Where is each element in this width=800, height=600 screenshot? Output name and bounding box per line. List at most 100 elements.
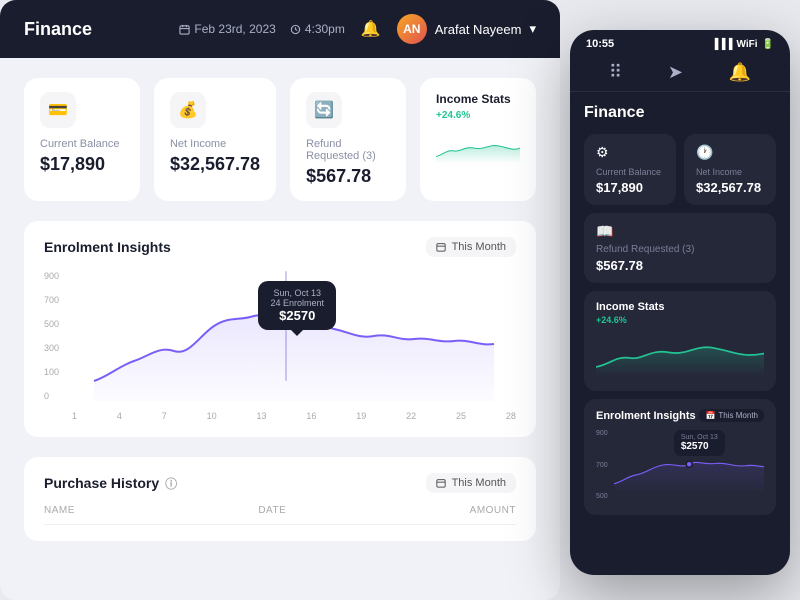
mobile-status-bar: 10:55 ▐▐▐ WiFi 🔋 xyxy=(570,30,790,54)
mobile-tooltip-amount: $2570 xyxy=(681,441,718,452)
mobile-tooltip-date: Sun, Oct 13 xyxy=(681,434,718,441)
chart-area: 900 700 500 300 100 0 Sun, Oct 13 24 Enr… xyxy=(44,271,516,421)
mobile-income-stats-label: Income Stats xyxy=(596,301,764,313)
mobile-content: Finance ⚙ Current Balance $17,890 🕐 Net … xyxy=(570,92,790,567)
enrolment-insights-section: Enrolment Insights This Month 900 700 50… xyxy=(24,221,536,437)
purchase-header: Purchase History ⓘ This Month xyxy=(44,473,516,493)
income-label: Net Income xyxy=(170,138,260,150)
period-label: This Month xyxy=(452,241,506,253)
user-profile[interactable]: AN Arafat Nayeem ▾ xyxy=(397,14,536,44)
mobile-nav-bar: ⠿ ➤ 🔔 xyxy=(570,54,790,92)
chart-header: Enrolment Insights This Month xyxy=(44,237,516,257)
mobile-refund-label: Refund Requested (3) xyxy=(596,244,764,255)
mobile-enrolment-section: Enrolment Insights 📅 This Month 900 700 … xyxy=(584,399,776,515)
mobile-chart-container: 900 700 500 Sun, Oct 13 $2570 xyxy=(596,430,764,505)
income-stats-card: Income Stats +24.6% xyxy=(420,78,536,201)
refund-value: $567.78 xyxy=(306,166,390,187)
col-amount: AMOUNT xyxy=(470,505,516,516)
mobile-cursor-icon[interactable]: ➤ xyxy=(668,62,683,83)
calendar-small-icon xyxy=(436,242,446,252)
header-right: Feb 23rd, 2023 4:30pm 🔔 AN Arafat Nayeem… xyxy=(179,14,536,44)
mobile-grid-icon[interactable]: ⠿ xyxy=(609,62,622,83)
chart-title: Enrolment Insights xyxy=(44,239,171,255)
col-date: DATE xyxy=(258,505,286,516)
col-name: NAME xyxy=(44,505,75,516)
user-name: Arafat Nayeem xyxy=(435,22,522,37)
mobile-refund-icon: 📖 xyxy=(596,223,764,240)
balance-label: Current Balance xyxy=(40,138,124,150)
notification-bell[interactable]: 🔔 xyxy=(361,19,381,39)
purchase-period[interactable]: This Month xyxy=(426,473,516,493)
calendar-purchase-icon xyxy=(436,478,446,488)
refund-card: 🔄 Refund Requested (3) $567.78 xyxy=(290,78,406,201)
mobile-y-labels: 900 700 500 xyxy=(596,430,608,500)
mobile-income-chart xyxy=(596,331,764,376)
chart-y-axis: 900 700 500 300 100 0 xyxy=(44,271,59,401)
mobile-balance-icon: ⚙ xyxy=(596,144,664,161)
chevron-down-icon: ▾ xyxy=(529,21,536,37)
refund-label: Refund Requested (3) xyxy=(306,138,390,162)
desktop-header: Finance Feb 23rd, 2023 xyxy=(0,0,560,58)
balance-value: $17,890 xyxy=(40,154,124,175)
desktop-content: 💳 Current Balance $17,890 💰 Net Income $… xyxy=(0,58,560,561)
mobile-enrol-header: Enrolment Insights 📅 This Month xyxy=(596,409,764,422)
chart-plot: Sun, Oct 13 24 Enrolment $2570 xyxy=(72,271,516,401)
month-filter[interactable]: This Month xyxy=(426,237,516,257)
table-header: NAME DATE AMOUNT xyxy=(44,505,516,525)
mobile-income-stats-badge: +24.6% xyxy=(596,315,764,325)
mobile-income-label: Net Income xyxy=(696,167,764,177)
desktop-dashboard: Finance Feb 23rd, 2023 xyxy=(0,0,560,600)
balance-icon: 💳 xyxy=(40,92,76,128)
header-title: Finance xyxy=(24,19,92,40)
time-text: 4:30pm xyxy=(305,22,345,36)
mobile-title: Finance xyxy=(584,104,776,122)
income-icon: 💰 xyxy=(170,92,206,128)
refund-icon: 🔄 xyxy=(306,92,342,128)
purchase-history-section: Purchase History ⓘ This Month NAME DATE … xyxy=(24,457,536,541)
mobile-income-icon: 🕐 xyxy=(696,144,764,161)
current-balance-card: 💳 Current Balance $17,890 xyxy=(24,78,140,201)
income-value: $32,567.78 xyxy=(170,154,260,175)
purchase-period-label: This Month xyxy=(452,477,506,489)
chart-tooltip: Sun, Oct 13 24 Enrolment $2570 xyxy=(258,281,336,330)
tooltip-date: Sun, Oct 13 xyxy=(270,288,324,298)
info-icon: ⓘ xyxy=(165,475,177,492)
mobile-bell-icon[interactable]: 🔔 xyxy=(729,62,751,83)
mobile-chart-plot: Sun, Oct 13 $2570 xyxy=(614,430,764,505)
purchase-title: Purchase History ⓘ xyxy=(44,475,177,492)
header-date-time: Feb 23rd, 2023 4:30pm xyxy=(179,22,344,36)
mobile-cards-row: ⚙ Current Balance $17,890 🕐 Net Income $… xyxy=(584,134,776,205)
mobile-balance-card: ⚙ Current Balance $17,890 xyxy=(584,134,676,205)
income-stats-chart xyxy=(436,127,520,172)
avatar: AN xyxy=(397,14,427,44)
mobile-status-icons: ▐▐▐ WiFi 🔋 xyxy=(711,39,774,50)
mobile-income-value: $32,567.78 xyxy=(696,180,764,195)
tooltip-amount: $2570 xyxy=(270,308,324,323)
header-date: Feb 23rd, 2023 xyxy=(179,22,275,36)
chart-x-axis: 1 4 7 10 13 16 19 22 25 28 xyxy=(72,411,516,421)
income-stats-badge: +24.6% xyxy=(436,110,520,121)
mobile-overlay: 10:55 ▐▐▐ WiFi 🔋 ⠿ ➤ 🔔 Finance ⚙ Current… xyxy=(570,30,790,575)
mobile-income-stats-card: Income Stats +24.6% xyxy=(584,291,776,391)
battery-icon: 🔋 xyxy=(762,39,774,50)
mobile-chart-tooltip: Sun, Oct 13 $2570 xyxy=(674,430,725,456)
mobile-time: 10:55 xyxy=(586,38,614,50)
mobile-period-text: This Month xyxy=(718,411,758,420)
clock-icon xyxy=(290,24,301,35)
wifi-icon: WiFi xyxy=(737,39,758,50)
mobile-refund-value: $567.78 xyxy=(596,258,764,273)
income-stats-label: Income Stats xyxy=(436,92,520,106)
calendar-icon xyxy=(179,24,190,35)
tooltip-enrolment: 24 Enrolment xyxy=(270,298,324,308)
mobile-balance-label: Current Balance xyxy=(596,167,664,177)
header-time: 4:30pm xyxy=(290,22,345,36)
net-income-card: 💰 Net Income $32,567.78 xyxy=(154,78,276,201)
signal-icon: ▐▐▐ xyxy=(711,39,732,50)
mobile-calendar-icon: 📅 xyxy=(705,411,715,420)
date-text: Feb 23rd, 2023 xyxy=(194,22,275,36)
mobile-balance-value: $17,890 xyxy=(596,180,664,195)
mobile-refund-card: 📖 Refund Requested (3) $567.78 xyxy=(584,213,776,283)
stat-cards-row: 💳 Current Balance $17,890 💰 Net Income $… xyxy=(24,78,536,201)
mobile-period-badge: 📅 This Month xyxy=(699,409,764,422)
mobile-enrol-title: Enrolment Insights xyxy=(596,410,696,422)
